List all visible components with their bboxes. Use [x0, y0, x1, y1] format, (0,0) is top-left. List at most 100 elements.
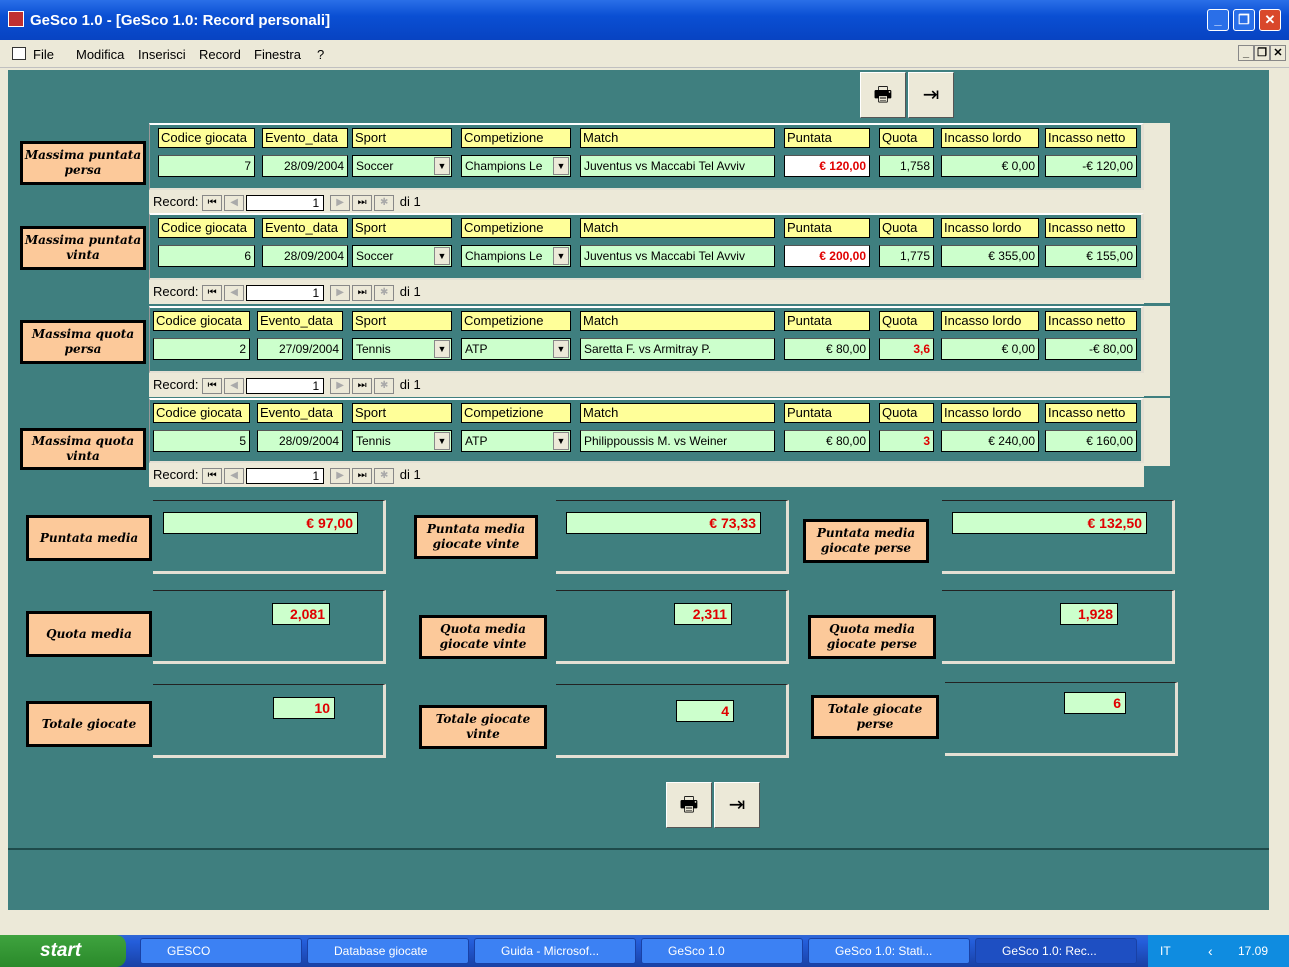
- data-field[interactable]: 27/09/2004: [257, 338, 343, 360]
- start-button[interactable]: start: [0, 935, 126, 967]
- taskbar-item-record[interactable]: GeSco 1.0: Rec...: [975, 938, 1137, 964]
- column-header: Codice giocata: [153, 311, 250, 331]
- codice-field[interactable]: 7: [158, 155, 255, 177]
- netto-field[interactable]: -€ 80,00: [1045, 338, 1137, 360]
- record-number-input[interactable]: 1: [246, 194, 325, 211]
- sport-combo[interactable]: Tennis ▼: [352, 338, 452, 360]
- puntata-field[interactable]: € 80,00: [784, 430, 870, 452]
- minimize-button[interactable]: _: [1207, 9, 1229, 31]
- lordo-field[interactable]: € 0,00: [941, 338, 1039, 360]
- prev-record-icon[interactable]: ◀: [224, 284, 245, 301]
- section-label: Massima puntata vinta: [20, 226, 146, 270]
- chevron-down-icon[interactable]: ▼: [434, 340, 450, 358]
- competizione-value: Champions Le: [465, 249, 543, 263]
- print-button-bottom[interactable]: 🖶: [666, 782, 712, 828]
- chevron-down-icon[interactable]: ▼: [434, 157, 450, 175]
- taskbar-item-gesco-app[interactable]: GeSco 1.0: [641, 938, 803, 964]
- quota-field[interactable]: 1,758: [879, 155, 934, 177]
- record-number-input[interactable]: 1: [246, 467, 325, 484]
- chevron-down-icon[interactable]: ▼: [553, 247, 569, 265]
- data-field[interactable]: 28/09/2004: [262, 155, 348, 177]
- print-button-top[interactable]: 🖶: [860, 72, 906, 118]
- restore-button[interactable]: ❐: [1233, 9, 1255, 31]
- codice-field[interactable]: 5: [153, 430, 250, 452]
- prev-record-icon[interactable]: ◀: [224, 194, 245, 211]
- puntata-field[interactable]: € 120,00: [784, 155, 870, 177]
- sport-combo[interactable]: Tennis ▼: [352, 430, 452, 452]
- menu-file[interactable]: File: [33, 47, 54, 62]
- record-number-input[interactable]: 1: [246, 377, 325, 394]
- panel-quota-media-vinte: [556, 590, 789, 664]
- menu-finestra[interactable]: Finestra: [254, 47, 301, 62]
- nav-label: Record:: [153, 377, 199, 392]
- last-record-icon[interactable]: ⏭: [352, 467, 373, 484]
- next-record-icon[interactable]: ▶: [330, 284, 351, 301]
- new-record-icon[interactable]: ✱: [374, 194, 395, 211]
- first-record-icon[interactable]: ⏮: [202, 194, 223, 211]
- language-indicator[interactable]: IT: [1160, 935, 1171, 967]
- exit-button-bottom[interactable]: ⇥: [714, 782, 760, 828]
- menu-modifica[interactable]: Modifica: [76, 47, 124, 62]
- netto-field[interactable]: € 160,00: [1045, 430, 1137, 452]
- exit-button-top[interactable]: ⇥: [908, 72, 954, 118]
- menu-record[interactable]: Record: [199, 47, 241, 62]
- last-record-icon[interactable]: ⏭: [352, 377, 373, 394]
- taskbar-item-statistiche[interactable]: GeSco 1.0: Stati...: [808, 938, 970, 964]
- match-field[interactable]: Philippoussis M. vs Weiner: [580, 430, 775, 452]
- chevron-down-icon[interactable]: ▼: [553, 340, 569, 358]
- first-record-icon[interactable]: ⏮: [202, 467, 223, 484]
- quota-field[interactable]: 3,6: [879, 338, 934, 360]
- chevron-down-icon[interactable]: ▼: [553, 432, 569, 450]
- first-record-icon[interactable]: ⏮: [202, 284, 223, 301]
- tray-expand-icon[interactable]: ‹: [1208, 935, 1213, 967]
- competizione-combo[interactable]: ATP ▼: [461, 430, 571, 452]
- menu-help[interactable]: ?: [317, 47, 324, 62]
- match-field[interactable]: Saretta F. vs Armitray P.: [580, 338, 775, 360]
- taskbar-item-database[interactable]: Database giocate: [307, 938, 469, 964]
- taskbar-item-guida[interactable]: Guida - Microsof...: [474, 938, 636, 964]
- prev-record-icon[interactable]: ◀: [224, 467, 245, 484]
- competizione-combo[interactable]: Champions Le ▼: [461, 245, 571, 267]
- sport-combo[interactable]: Soccer ▼: [352, 155, 452, 177]
- next-record-icon[interactable]: ▶: [330, 467, 351, 484]
- column-header: Puntata: [784, 403, 870, 423]
- competizione-combo[interactable]: ATP ▼: [461, 338, 571, 360]
- print-icon: 🖶: [873, 84, 893, 106]
- data-field[interactable]: 28/09/2004: [257, 430, 343, 452]
- chevron-down-icon[interactable]: ▼: [553, 157, 569, 175]
- puntata-field[interactable]: € 200,00: [784, 245, 870, 267]
- next-record-icon[interactable]: ▶: [330, 377, 351, 394]
- puntata-field[interactable]: € 80,00: [784, 338, 870, 360]
- data-field[interactable]: 28/09/2004: [262, 245, 348, 267]
- first-record-icon[interactable]: ⏮: [202, 377, 223, 394]
- new-record-icon[interactable]: ✱: [374, 284, 395, 301]
- chevron-down-icon[interactable]: ▼: [434, 247, 450, 265]
- record-number-input[interactable]: 1: [246, 284, 325, 301]
- lordo-field[interactable]: € 0,00: [941, 155, 1039, 177]
- netto-field[interactable]: -€ 120,00: [1045, 155, 1137, 177]
- sport-combo[interactable]: Soccer ▼: [352, 245, 452, 267]
- quota-field[interactable]: 3: [879, 430, 934, 452]
- mdi-close-button[interactable]: ✕: [1270, 45, 1286, 61]
- competizione-combo[interactable]: Champions Le ▼: [461, 155, 571, 177]
- menu-inserisci[interactable]: Inserisci: [138, 47, 186, 62]
- mdi-minimize-button[interactable]: _: [1238, 45, 1254, 61]
- match-field[interactable]: Juventus vs Maccabi Tel Avviv: [580, 245, 775, 267]
- quota-field[interactable]: 1,775: [879, 245, 934, 267]
- new-record-icon[interactable]: ✱: [374, 467, 395, 484]
- next-record-icon[interactable]: ▶: [330, 194, 351, 211]
- chevron-down-icon[interactable]: ▼: [434, 432, 450, 450]
- lordo-field[interactable]: € 240,00: [941, 430, 1039, 452]
- codice-field[interactable]: 2: [153, 338, 250, 360]
- last-record-icon[interactable]: ⏭: [352, 284, 373, 301]
- last-record-icon[interactable]: ⏭: [352, 194, 373, 211]
- netto-field[interactable]: € 155,00: [1045, 245, 1137, 267]
- lordo-field[interactable]: € 355,00: [941, 245, 1039, 267]
- codice-field[interactable]: 6: [158, 245, 255, 267]
- match-field[interactable]: Juventus vs Maccabi Tel Avviv: [580, 155, 775, 177]
- prev-record-icon[interactable]: ◀: [224, 377, 245, 394]
- taskbar-item-gesco[interactable]: GESCO: [140, 938, 302, 964]
- new-record-icon[interactable]: ✱: [374, 377, 395, 394]
- mdi-restore-button[interactable]: ❐: [1254, 45, 1270, 61]
- close-button[interactable]: ✕: [1259, 9, 1281, 31]
